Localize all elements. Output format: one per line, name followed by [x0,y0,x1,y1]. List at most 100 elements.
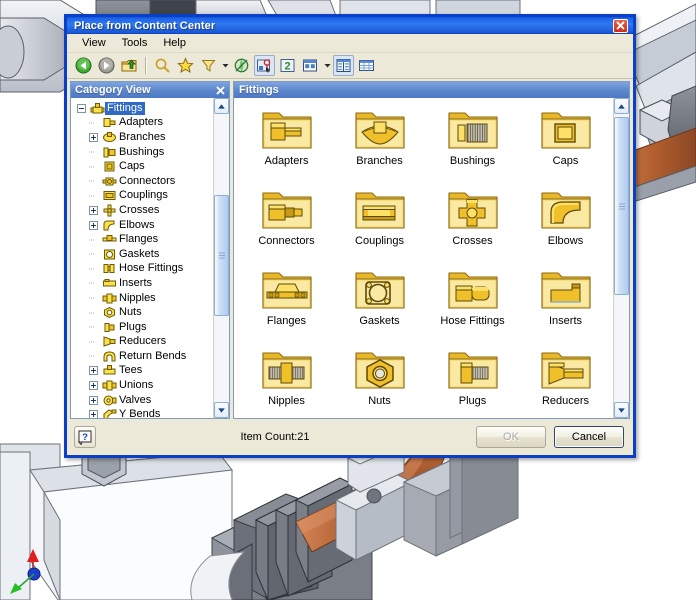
folder-item[interactable]: Inserts [519,264,612,344]
folder-item[interactable]: Plugs [426,344,519,418]
tree-item-nipples[interactable]: Nipples [71,291,213,306]
table-view-icon[interactable] [356,55,377,76]
folder-item-label: Caps [552,155,579,167]
folder-item[interactable]: Connectors [240,184,333,264]
scrollbar-track[interactable] [214,114,229,402]
tree-item-connectors[interactable]: Connectors [71,174,213,189]
category-tree-scrollbar[interactable] [213,98,229,418]
scroll-down-icon[interactable] [614,402,629,418]
scroll-up-icon[interactable] [614,98,629,114]
category-view-panel: Category View Fittings Adapters Branches Bu… [70,81,230,419]
folder-item[interactable]: Nuts [333,344,426,418]
expand-plus-icon[interactable] [85,381,101,391]
scrollbar-thumb[interactable] [214,194,229,316]
collapse-minus-icon[interactable] [73,103,89,113]
tree-item-branches[interactable]: Branches [71,130,213,145]
refresh-globe-icon[interactable] [231,55,252,76]
category-view-header: Category View [71,82,229,98]
tree-connector [85,233,101,247]
tree-item-reducers[interactable]: Reducers [71,335,213,350]
thumbnail-dropdown-arrow-icon[interactable] [323,55,331,76]
search-icon[interactable] [152,55,173,76]
folder-gaskets-icon [352,266,408,313]
folder-item-label: Branches [356,155,403,167]
tree-item-bushings[interactable]: Bushings [71,145,213,160]
tree-item-hose-fittings[interactable]: Hose Fittings [71,262,213,277]
tree-item-flanges[interactable]: Flanges [71,232,213,247]
folder-item[interactable]: Bushings [426,104,519,184]
list-view-icon[interactable] [333,55,354,76]
folder-nuts-icon [352,346,408,393]
scroll-up-icon[interactable] [214,98,229,114]
folder-item[interactable]: Caps [519,104,612,184]
tree-item-fittings[interactable]: Fittings [71,101,213,116]
folder-item[interactable]: Crosses [426,184,519,264]
folder-item[interactable]: Nipples [240,344,333,418]
inserts-icon [101,276,117,290]
thumbnail-view-icon[interactable] [300,55,321,76]
tree-item-gaskets[interactable]: Gaskets [71,247,213,262]
folder-item[interactable]: Adapters [240,104,333,184]
part-view-icon[interactable]: 2 [277,55,298,76]
panel-close-icon[interactable] [215,86,226,95]
tree-connector [85,160,101,174]
tree-item-adapters[interactable]: Adapters [71,116,213,131]
up-one-level-icon[interactable] [119,55,140,76]
folder-item-label: Couplings [355,235,404,247]
tree-item-inserts[interactable]: Inserts [71,276,213,291]
expand-plus-icon[interactable] [85,395,101,405]
tree-item-label: Nipples [119,291,156,304]
expand-plus-icon[interactable] [85,410,101,418]
category-view-icon[interactable] [254,55,275,76]
filter-funnel-icon[interactable] [198,55,219,76]
folder-item[interactable]: Hose Fittings [426,264,519,344]
folder-item-label: Plugs [458,395,487,407]
tree-item-crosses[interactable]: Crosses [71,203,213,218]
scrollbar-track[interactable] [614,114,629,402]
expand-plus-icon[interactable] [85,220,101,230]
dialog-titlebar[interactable]: Place from Content Center [64,14,636,34]
filter-dropdown-arrow-icon[interactable] [221,55,229,76]
expand-plus-icon[interactable] [85,366,101,376]
tree-item-y-bends[interactable]: Y Bends [71,407,213,418]
expand-plus-icon[interactable] [85,132,101,142]
folder-flanges-icon [259,266,315,313]
tree-item-unions[interactable]: Unions [71,378,213,393]
folder-item[interactable]: Reducers [519,344,612,418]
folder-items-grid[interactable]: Adapters Branches Bushings Caps Connecto… [234,98,613,418]
tree-item-elbows[interactable]: Elbows [71,218,213,233]
menu-bar: View Tools Help [67,34,633,53]
back-icon[interactable] [73,55,94,76]
tree-area: Fittings Adapters Branches Bushings Caps Conn… [71,98,229,418]
tree-item-plugs[interactable]: Plugs [71,320,213,335]
menu-tools[interactable]: Tools [115,35,155,51]
folder-item-label: Elbows [547,235,584,247]
folder-item[interactable]: Couplings [333,184,426,264]
menu-view[interactable]: View [75,35,113,51]
expand-plus-icon[interactable] [85,205,101,215]
tree-item-nuts[interactable]: Nuts [71,305,213,320]
place-from-content-center-dialog: Place from Content Center View Tools Hel… [64,14,636,458]
favorites-star-icon[interactable] [175,55,196,76]
folder-item[interactable]: Gaskets [333,264,426,344]
forward-icon[interactable] [96,55,117,76]
tree-item-caps[interactable]: Caps [71,159,213,174]
items-scrollbar[interactable] [613,98,629,418]
folder-item[interactable]: Flanges [240,264,333,344]
dialog-title: Place from Content Center [74,19,216,32]
menu-help[interactable]: Help [156,35,193,51]
tree-item-label: Connectors [119,174,176,187]
tree-item-return-bends[interactable]: Return Bends [71,349,213,364]
close-icon[interactable] [613,18,628,33]
tree-item-couplings[interactable]: Couplings [71,189,213,204]
category-tree[interactable]: Fittings Adapters Branches Bushings Caps Conn… [71,98,213,418]
scrollbar-thumb[interactable] [614,116,629,296]
tree-item-tees[interactable]: Tees [71,364,213,379]
folder-item-label: Crosses [452,235,493,247]
scroll-down-icon[interactable] [214,402,229,418]
ok-button[interactable]: OK [476,426,546,448]
folder-item[interactable]: Elbows [519,184,612,264]
folder-item[interactable]: Branches [333,104,426,184]
cancel-button[interactable]: Cancel [554,426,624,448]
tree-item-valves[interactable]: Valves [71,393,213,408]
